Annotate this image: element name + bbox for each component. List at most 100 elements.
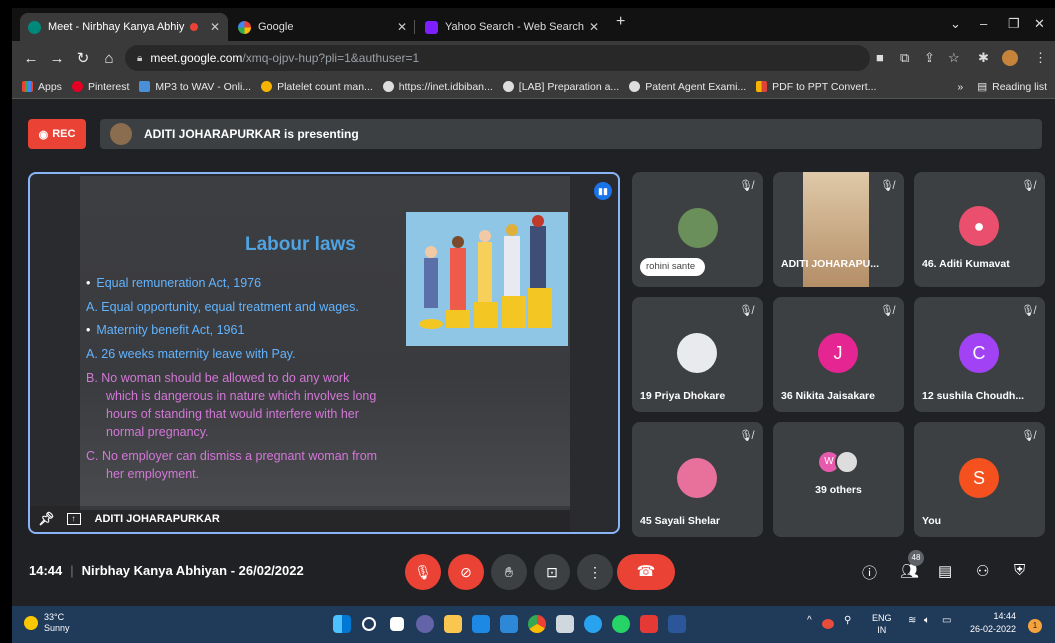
share-icon[interactable]: ⇪ [924, 50, 935, 66]
tray-usb-icon[interactable]: ⚲ [844, 615, 851, 626]
tray-chevron-icon[interactable]: ^ [807, 615, 812, 626]
others-tile[interactable]: W 39 others [773, 422, 904, 537]
tab-google[interactable]: Google ✕ [230, 13, 415, 41]
participant-tile[interactable]: 🎙︎̸ ADITI JOHARAPU... [773, 172, 904, 287]
meeting-controls-bar: 14:44 | Nirbhay Kanya Abhiyan - 26/02/2022… [12, 540, 1055, 604]
recording-badge[interactable]: ◉ REC [28, 119, 86, 149]
wifi-icon[interactable]: ≋ [908, 615, 916, 626]
home-icon[interactable]: ⌂ [96, 50, 122, 67]
participant-tile[interactable]: 🎙︎̸ 19 Priya Dhokare [632, 297, 763, 412]
bookmark-lab[interactable]: [LAB] Preparation a... [502, 80, 620, 93]
menu-kebab-icon[interactable]: ⋮ [1034, 50, 1047, 66]
participant-tile[interactable]: 🎙︎̸ C 12 sushila Choudh... [914, 297, 1045, 412]
leave-call-button[interactable]: ☎︎ [617, 554, 675, 590]
app-icon[interactable] [640, 615, 658, 633]
back-arrow-icon[interactable]: ← [18, 50, 44, 67]
extensions-icon[interactable]: ✱ [978, 50, 989, 66]
word-icon[interactable] [668, 615, 686, 633]
self-tile[interactable]: 🎙︎̸ S You [914, 422, 1045, 537]
participant-tile[interactable]: 🎙︎̸ J 36 Nikita Jaisakare [773, 297, 904, 412]
people-coins-illustration [419, 215, 552, 329]
store-icon[interactable] [472, 615, 490, 633]
slide-line: • Maternity benefit Act, 1961 [86, 323, 245, 337]
activities-icon[interactable]: ⚇ [976, 562, 989, 580]
more-options-button[interactable]: ⋮ [577, 554, 613, 590]
reading-list-button[interactable]: ▤ Reading list [977, 81, 1047, 93]
reload-icon[interactable]: ↻ [70, 49, 96, 67]
participant-tile[interactable]: 🎙︎̸ ● 46. Aditi Kumavat [914, 172, 1045, 287]
bookmark-inet[interactable]: https://inet.idbiban... [382, 80, 493, 93]
close-tab-icon[interactable]: ✕ [589, 20, 599, 34]
chat-icon[interactable]: ▤ [938, 562, 952, 580]
windows-taskbar: 33°C Sunny ^ ⚲ ENG IN ≋ 🔈︎ ▭ 14:44 26-02-20… [12, 606, 1055, 643]
presenter-name-bar: 📌︎ ↑ ADITI JOHARAPURKAR [30, 506, 570, 532]
bookmark-patent[interactable]: Patent Agent Exami... [629, 81, 746, 93]
address-toolbar: ← → ↻ ⌂ 🔒︎ meet.google.com/xmq-ojpv-hup?… [12, 41, 1055, 75]
mic-off-icon: 🎙︎̸ [1021, 430, 1035, 442]
tab-search-chevron-icon[interactable]: ⌄ [950, 16, 961, 32]
new-tab-button[interactable]: + [616, 13, 625, 31]
chrome-icon[interactable] [528, 615, 546, 633]
url-bar[interactable]: 🔒︎ meet.google.com/xmq-ojpv-hup?pli=1&au… [125, 45, 870, 71]
whatsapp-icon[interactable] [612, 615, 630, 633]
mail-icon[interactable] [500, 615, 518, 633]
notification-badge[interactable]: 1 [1028, 619, 1042, 633]
window-close-icon[interactable]: ✕ [1034, 16, 1045, 32]
participant-tile[interactable]: 🎙︎̸ rohini sante [632, 172, 763, 287]
language-indicator[interactable]: ENG IN [872, 612, 892, 636]
restore-icon[interactable]: ❐ [1008, 16, 1020, 32]
mic-toggle-button[interactable]: 🎙︎ [405, 554, 441, 590]
bookmarks-overflow[interactable]: » [957, 81, 963, 93]
yahoo-favicon-icon [425, 20, 438, 34]
meeting-details-icon[interactable]: ⓘ [862, 562, 877, 583]
google-favicon-icon [238, 20, 251, 34]
participant-tile[interactable]: 🎙︎̸ 45 Sayali Shelar [632, 422, 763, 537]
camera-in-use-icon[interactable]: ■ [876, 50, 884, 65]
present-icon[interactable]: ↑ [66, 513, 81, 525]
weather-widget[interactable]: 33°C Sunny [24, 612, 70, 634]
bookmark-mp3[interactable]: MP3 to WAV - Onli... [139, 81, 251, 93]
mic-off-icon: 🎙︎̸ [739, 430, 753, 442]
minimize-icon[interactable]: – [980, 16, 987, 31]
presenting-banner: ADITI JOHARAPURKAR is presenting [100, 119, 1042, 149]
host-controls-icon[interactable]: ⛨ [1014, 562, 1025, 579]
tab-yahoo[interactable]: Yahoo Search - Web Search ✕ [417, 13, 607, 41]
raise-hand-button[interactable]: ✋︎ [491, 554, 527, 590]
open-in-app-icon[interactable]: ⧉ [900, 50, 909, 66]
bookmark-platelet[interactable]: Platelet count man... [261, 81, 373, 93]
bookmark-star-icon[interactable]: ☆ [948, 50, 960, 66]
close-tab-icon[interactable]: ✕ [210, 20, 220, 34]
participant-name: 36 Nikita Jaisakare [781, 390, 875, 402]
pin-icon[interactable]: 📌︎ [38, 511, 55, 527]
mic-off-icon: 🎙︎̸ [739, 305, 753, 317]
camera-toggle-button[interactable]: ⊘ [448, 554, 484, 590]
tray-app-icon[interactable] [822, 619, 834, 629]
system-clock[interactable]: 14:44 26-02-2022 [970, 610, 1016, 636]
bookmark-label: https://inet.idbiban... [398, 80, 493, 93]
chat-app-icon[interactable] [416, 615, 434, 633]
speaking-indicator-icon: ▮▮ [594, 182, 612, 200]
battery-icon[interactable]: ▭ [942, 615, 951, 626]
file-explorer-icon[interactable] [444, 615, 462, 633]
presentation-tile[interactable]: Labour laws • Equal remuneration Act, 19… [28, 172, 620, 534]
tab-meet[interactable]: Meet - Nirbhay Kanya Abhiy ✕ [20, 13, 228, 41]
photos-icon[interactable] [556, 615, 574, 633]
search-icon[interactable] [362, 617, 376, 631]
mic-off-icon: 🎙︎̸ [1021, 180, 1035, 192]
bookmark-label: [LAB] Preparation a... [518, 80, 620, 93]
forward-arrow-icon[interactable]: → [44, 50, 70, 67]
profile-avatar[interactable] [1002, 50, 1018, 66]
close-tab-icon[interactable]: ✕ [397, 20, 407, 34]
recording-dot-icon [190, 23, 199, 31]
temperature: 33°C [44, 612, 65, 622]
volume-icon[interactable]: 🔈︎ [924, 615, 930, 626]
task-view-icon[interactable] [390, 617, 404, 631]
screen: Meet - Nirbhay Kanya Abhiy ✕ Google ✕ Ya… [12, 8, 1055, 643]
reading-list-icon: ▤ [977, 80, 988, 93]
telegram-icon[interactable] [584, 615, 602, 633]
bookmark-pinterest[interactable]: Pinterest [71, 81, 129, 93]
bookmark-pdf[interactable]: PDF to PPT Convert... [756, 81, 876, 93]
bookmark-apps[interactable]: Apps [22, 81, 62, 93]
present-now-button[interactable]: ⊡ [534, 554, 570, 590]
start-icon[interactable] [333, 615, 351, 633]
